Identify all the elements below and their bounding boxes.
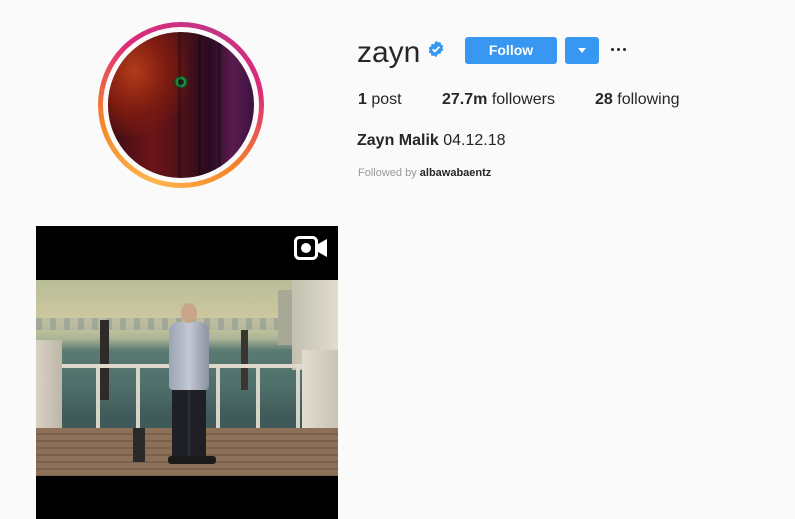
following-stat[interactable]: 28 following (595, 90, 680, 110)
posts-stat: 1 post (358, 90, 402, 110)
post-image (36, 280, 338, 476)
profile-username: zayn (357, 36, 421, 69)
following-label: following (617, 91, 680, 108)
video-icon (294, 236, 327, 260)
posts-count: 1 (358, 91, 367, 108)
followed-by-user-link[interactable]: albawabaentz (420, 167, 492, 179)
post-thumbnail[interactable] (36, 226, 338, 519)
followers-stat[interactable]: 27.7m followers (442, 90, 555, 110)
avatar-eye (174, 76, 188, 88)
verified-badge-icon (428, 40, 444, 58)
following-count: 28 (595, 91, 613, 108)
follow-button[interactable]: Follow (465, 37, 557, 64)
avatar[interactable] (108, 32, 254, 178)
profile-avatar-ring[interactable] (98, 22, 264, 188)
followers-count: 27.7m (442, 91, 488, 108)
followers-label: followers (491, 91, 555, 108)
more-options-icon[interactable] (608, 39, 630, 61)
full-name: Zayn Malik (357, 132, 439, 149)
avatar-border (103, 27, 259, 183)
profile-bio: Zayn Malik 04.12.18 (357, 131, 506, 151)
followed-by-prefix: Followed by (358, 167, 417, 179)
posts-label: post (371, 91, 402, 108)
followed-by: Followed by albawabaentz (358, 166, 491, 180)
avatar-stripe (178, 32, 181, 178)
suggestions-dropdown-button[interactable] (565, 37, 599, 64)
avatar-stripe (198, 32, 201, 178)
avatar-stripe (218, 32, 221, 178)
bio-text: 04.12.18 (443, 132, 506, 149)
